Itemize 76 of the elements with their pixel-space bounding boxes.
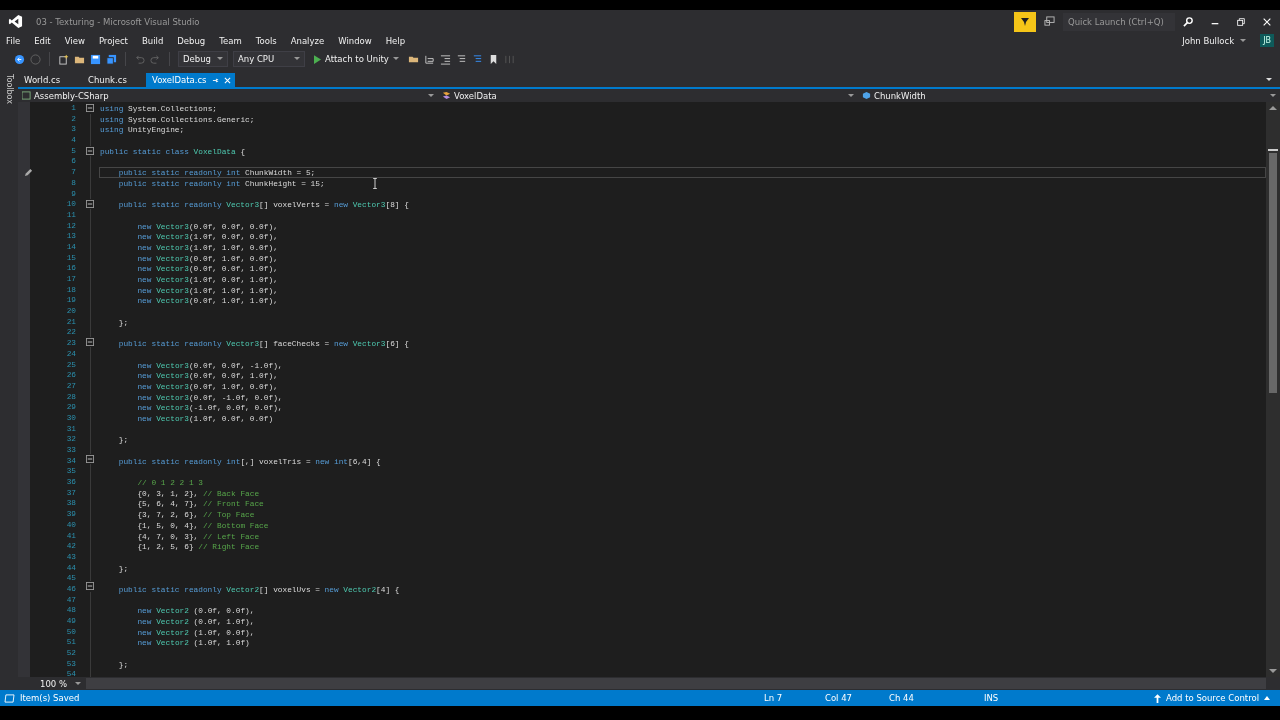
notifications-icon[interactable] xyxy=(1044,16,1055,27)
class-icon xyxy=(442,91,451,100)
up-arrow-icon xyxy=(1154,693,1161,703)
comment-icon[interactable] xyxy=(455,53,467,65)
new-project-icon[interactable] xyxy=(58,53,69,65)
caret-icon[interactable] xyxy=(1240,38,1247,43)
pencil-icon xyxy=(24,168,33,178)
toolbox-panel-tab[interactable]: Toolbox xyxy=(4,70,14,110)
scroll-down-icon[interactable] xyxy=(1269,668,1277,674)
indent-icon[interactable] xyxy=(439,53,451,65)
project-icon xyxy=(22,91,31,100)
zoom-dropdown[interactable]: 100 % xyxy=(18,678,86,689)
caret-icon xyxy=(294,57,300,61)
collapse-icon[interactable] xyxy=(86,146,94,155)
tab-list-caret-icon[interactable] xyxy=(1266,78,1272,82)
collapse-icon[interactable] xyxy=(86,199,94,208)
caret-icon xyxy=(428,93,434,98)
platform-dropdown[interactable]: Any CPU xyxy=(233,51,305,67)
field-icon xyxy=(862,91,871,100)
collapse-icon[interactable] xyxy=(86,104,94,113)
collapse-icon[interactable] xyxy=(86,338,94,347)
text-cursor-icon xyxy=(372,178,378,189)
menu-item[interactable]: Build xyxy=(141,35,164,46)
menu-item[interactable]: View xyxy=(64,35,85,46)
caret-icon xyxy=(1270,93,1276,98)
account-name[interactable]: John Bullock xyxy=(1182,35,1235,46)
caret-icon xyxy=(1264,696,1270,700)
menu-item[interactable]: Help xyxy=(385,35,406,46)
collapse-icon[interactable] xyxy=(86,454,94,463)
window-title: 03 - Texturing - Microsoft Visual Studio xyxy=(36,16,200,27)
configuration-dropdown[interactable]: Debug xyxy=(178,51,228,67)
scroll-up-icon[interactable] xyxy=(1269,105,1277,111)
menu-item[interactable]: File xyxy=(6,35,21,46)
search-icon[interactable] xyxy=(1183,16,1194,27)
member-dropdown[interactable]: ChunkWidth xyxy=(858,89,1280,102)
menu-item[interactable]: Project xyxy=(98,35,128,46)
pin-icon[interactable] xyxy=(211,76,219,84)
status-message: Item(s) Saved xyxy=(20,693,80,703)
quick-launch-field[interactable]: Quick Launch (Ctrl+Q) xyxy=(1063,12,1175,31)
feedback-button[interactable] xyxy=(1014,11,1036,32)
source-control-button[interactable]: Add to Source Control xyxy=(1154,693,1270,703)
scrollbar-thumb[interactable] xyxy=(1269,153,1277,393)
caret-icon xyxy=(75,681,81,686)
uncomment-icon[interactable] xyxy=(471,53,483,65)
menu-item[interactable]: Window xyxy=(338,35,372,46)
type-dropdown[interactable]: VoxelData xyxy=(438,89,858,102)
menu-item[interactable]: Edit xyxy=(34,35,51,46)
horizontal-scrollbar[interactable] xyxy=(86,678,1266,689)
menu-item[interactable]: Team xyxy=(219,35,242,46)
character-indicator: Ch 44 xyxy=(889,693,915,703)
caret-position-marker xyxy=(1268,149,1278,151)
restore-icon[interactable] xyxy=(1236,16,1246,27)
caret-icon xyxy=(392,57,399,61)
close-icon[interactable] xyxy=(1262,16,1272,27)
account-avatar[interactable]: JB xyxy=(1260,34,1274,47)
caret-icon xyxy=(217,57,223,61)
visual-studio-logo-icon xyxy=(8,14,23,29)
save-icon[interactable] xyxy=(90,53,101,65)
caret-icon xyxy=(848,93,854,98)
play-icon xyxy=(314,54,321,64)
attach-button[interactable]: Attach to Unity xyxy=(310,54,403,64)
saved-icon xyxy=(4,693,15,703)
insert-mode-indicator: INS xyxy=(984,693,1000,703)
menu-item[interactable]: Analyze xyxy=(290,35,325,46)
document-tab[interactable]: World.cs xyxy=(18,73,76,87)
flag-icon xyxy=(1020,16,1030,27)
project-dropdown[interactable]: Assembly-CSharp xyxy=(18,89,438,102)
line-indicator: Ln 7 xyxy=(764,693,784,703)
menu-item[interactable]: Tools xyxy=(255,35,277,46)
document-tab[interactable]: VoxelData.cs xyxy=(146,73,235,87)
column-indicator: Col 47 xyxy=(825,693,853,703)
collapse-icon[interactable] xyxy=(86,582,94,591)
menu-item[interactable]: Debug xyxy=(177,35,206,46)
save-all-icon[interactable] xyxy=(106,53,117,65)
back-arrow-icon[interactable] xyxy=(14,53,25,65)
document-tab[interactable]: Chunk.cs xyxy=(82,73,140,87)
